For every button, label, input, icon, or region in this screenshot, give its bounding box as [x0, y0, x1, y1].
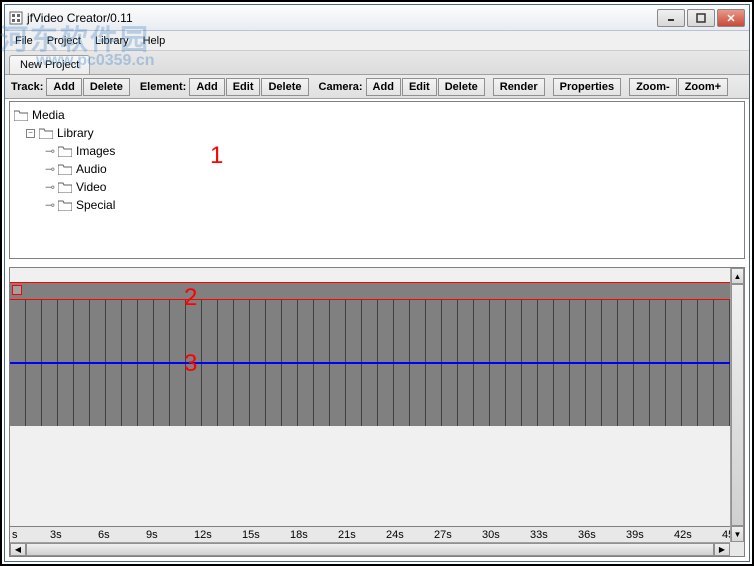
tree-label: Audio	[76, 162, 107, 176]
minimize-button[interactable]	[657, 9, 685, 27]
horizontal-scrollbar[interactable]: ◀ ▶	[10, 542, 730, 556]
vertical-scrollbar[interactable]: ▲ ▼	[730, 268, 744, 542]
annotation-2: 2	[184, 284, 197, 312]
ruler-tick: 42s	[674, 529, 692, 541]
tree-audio[interactable]: ⊸ Audio	[14, 160, 740, 178]
element-edit-button[interactable]: Edit	[226, 78, 261, 96]
ruler-tick: 9s	[146, 529, 158, 541]
scroll-left-icon[interactable]: ◀	[10, 543, 26, 556]
folder-icon	[39, 128, 53, 139]
ruler-tick: 18s	[290, 529, 308, 541]
ruler-tick: s	[12, 529, 18, 541]
scroll-up-icon[interactable]: ▲	[731, 268, 744, 284]
tree-images[interactable]: ⊸ Images	[14, 142, 740, 160]
scroll-down-icon[interactable]: ▼	[731, 526, 744, 542]
scroll-corner	[730, 542, 744, 556]
element-add-button[interactable]: Add	[189, 78, 224, 96]
element-label: Element:	[138, 81, 188, 93]
timeline-spacer	[10, 426, 730, 474]
ruler-tick: 30s	[482, 529, 500, 541]
menu-file[interactable]: File	[9, 33, 39, 49]
tree-special[interactable]: ⊸ Special	[14, 196, 740, 214]
ruler-tick: 12s	[194, 529, 212, 541]
close-button[interactable]	[717, 9, 745, 27]
tree-expand-icon[interactable]: ⊸	[42, 180, 58, 194]
ruler-tick: 21s	[338, 529, 356, 541]
app-icon	[9, 11, 23, 25]
maximize-button[interactable]	[687, 9, 715, 27]
ruler-tick: 24s	[386, 529, 404, 541]
media-panel[interactable]: Media − Library ⊸ Images ⊸ Audio ⊸ Video	[9, 101, 745, 259]
scroll-thumb[interactable]	[731, 284, 744, 526]
tree-expand-icon[interactable]: ⊸	[42, 162, 58, 176]
menu-bar: File Project Library Help	[5, 31, 749, 51]
folder-icon	[14, 110, 28, 121]
ruler-tick: 39s	[626, 529, 644, 541]
element-delete-button[interactable]: Delete	[261, 78, 308, 96]
camera-label: Camera:	[317, 81, 365, 93]
menu-project[interactable]: Project	[41, 33, 87, 49]
track-label: Track:	[9, 81, 45, 93]
title-bar: jfVideo Creator/0.11	[5, 5, 749, 31]
tree-video[interactable]: ⊸ Video	[14, 178, 740, 196]
folder-icon	[58, 182, 72, 193]
tree-collapse-icon[interactable]: −	[26, 129, 35, 138]
render-button[interactable]: Render	[493, 78, 545, 96]
camera-add-button[interactable]: Add	[366, 78, 401, 96]
timeline-panel: 2 3 s 3s 6s 9s 12s 15s 18s 21s 24s 27s 30s 33s 36s 3…	[9, 267, 745, 557]
toolbar: Track: Add Delete Element: Add Edit Dele…	[5, 75, 749, 99]
ruler-tick: 15s	[242, 529, 260, 541]
scroll-right-icon[interactable]: ▶	[714, 543, 730, 556]
track-delete-button[interactable]: Delete	[83, 78, 130, 96]
folder-icon	[58, 200, 72, 211]
window-title: jfVideo Creator/0.11	[27, 11, 657, 25]
ruler-tick: 6s	[98, 529, 110, 541]
annotation-1: 1	[210, 142, 223, 170]
annotation-3: 3	[184, 350, 197, 378]
tree-library[interactable]: − Library	[14, 124, 740, 142]
tree-label: Special	[76, 198, 115, 212]
tree-expand-icon[interactable]: ⊸	[42, 198, 58, 212]
tree-label: Media	[32, 108, 65, 122]
tree-expand-icon[interactable]: ⊸	[42, 144, 58, 158]
zoom-in-button[interactable]: Zoom+	[678, 78, 728, 96]
timeline-ruler[interactable]: s 3s 6s 9s 12s 15s 18s 21s 24s 27s 30s 33s 36s 39s 42…	[10, 526, 730, 542]
tree-label: Video	[76, 180, 106, 194]
menu-help[interactable]: Help	[137, 33, 172, 49]
track-1-body[interactable]	[10, 300, 730, 362]
track-2-body[interactable]	[10, 364, 730, 426]
ruler-tick: 36s	[578, 529, 596, 541]
camera-edit-button[interactable]: Edit	[402, 78, 437, 96]
camera-delete-button[interactable]: Delete	[438, 78, 485, 96]
ruler-tick: 27s	[434, 529, 452, 541]
scroll-thumb[interactable]	[26, 543, 714, 556]
ruler-tick: 3s	[50, 529, 62, 541]
tab-new-project[interactable]: New Project	[9, 55, 90, 74]
tree-label: Library	[57, 126, 94, 140]
properties-button[interactable]: Properties	[553, 78, 621, 96]
track-1-header[interactable]	[10, 282, 730, 300]
zoom-out-button[interactable]: Zoom-	[629, 78, 677, 96]
track-marker-icon[interactable]	[12, 285, 22, 295]
tab-bar: New Project	[5, 51, 749, 75]
folder-icon	[58, 164, 72, 175]
menu-library[interactable]: Library	[89, 33, 135, 49]
track-add-button[interactable]: Add	[46, 78, 81, 96]
ruler-tick: 33s	[530, 529, 548, 541]
tree-root[interactable]: Media	[14, 106, 740, 124]
folder-icon	[58, 146, 72, 157]
tree-label: Images	[76, 144, 115, 158]
timeline-tracks[interactable]	[10, 268, 730, 526]
